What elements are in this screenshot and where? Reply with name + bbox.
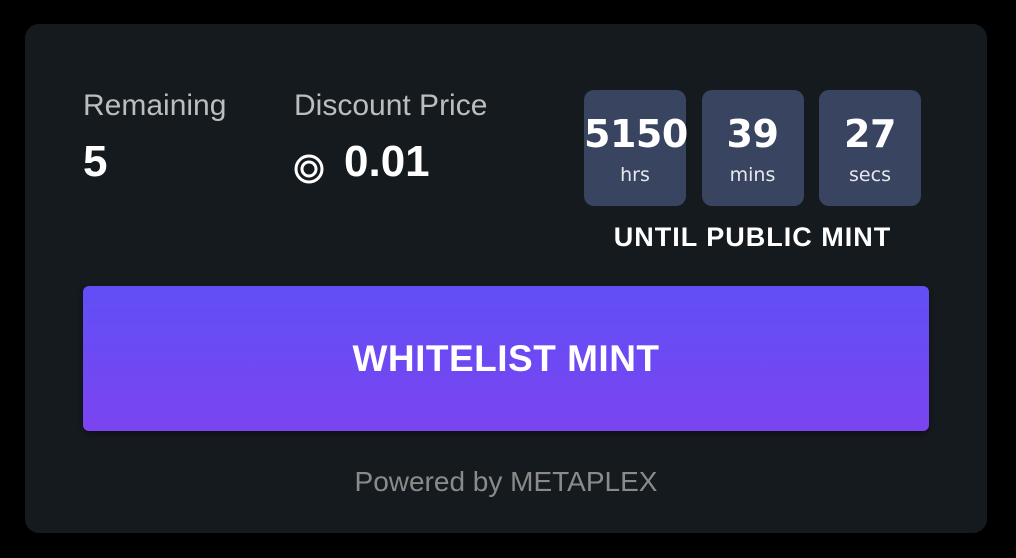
countdown-seconds-box: 27 secs — [819, 90, 921, 206]
whitelist-mint-button[interactable]: WHITELIST MINT — [83, 286, 929, 431]
countdown-seconds: 27 — [844, 112, 896, 156]
countdown-seconds-unit: secs — [849, 164, 891, 186]
countdown-timer: 5150 hrs 39 mins 27 secs UNTIL PUBLIC MI… — [584, 90, 921, 253]
countdown-hours: 5150 — [584, 112, 688, 156]
discount-price-label: Discount Price — [294, 89, 488, 122]
countdown-minutes-unit: mins — [729, 164, 776, 186]
discount-price-stat: Discount Price 0.01 — [294, 88, 487, 184]
countdown-caption: UNTIL PUBLIC MINT — [613, 222, 892, 252]
remaining-stat: Remaining 5 — [83, 88, 226, 184]
countdown-hours-box: 5150 hrs — [584, 90, 688, 206]
powered-by-footer: Powered by METAPLEX — [354, 466, 658, 497]
discount-price-value: 0.01 — [294, 140, 487, 184]
countdown-minutes-box: 39 mins — [701, 90, 804, 206]
solana-coin-icon — [294, 148, 324, 184]
remaining-count: 5 — [83, 137, 108, 186]
remaining-value: 5 — [83, 140, 226, 184]
countdown-minutes: 39 — [726, 112, 779, 156]
countdown-hours-unit: hrs — [620, 164, 650, 186]
mint-card: Remaining 5 Discount Price 0.01 5150 hrs… — [25, 24, 987, 533]
countdown-boxes: 5150 hrs 39 mins 27 secs — [584, 90, 921, 206]
remaining-label: Remaining — [83, 89, 227, 122]
price-amount: 0.01 — [344, 137, 430, 186]
